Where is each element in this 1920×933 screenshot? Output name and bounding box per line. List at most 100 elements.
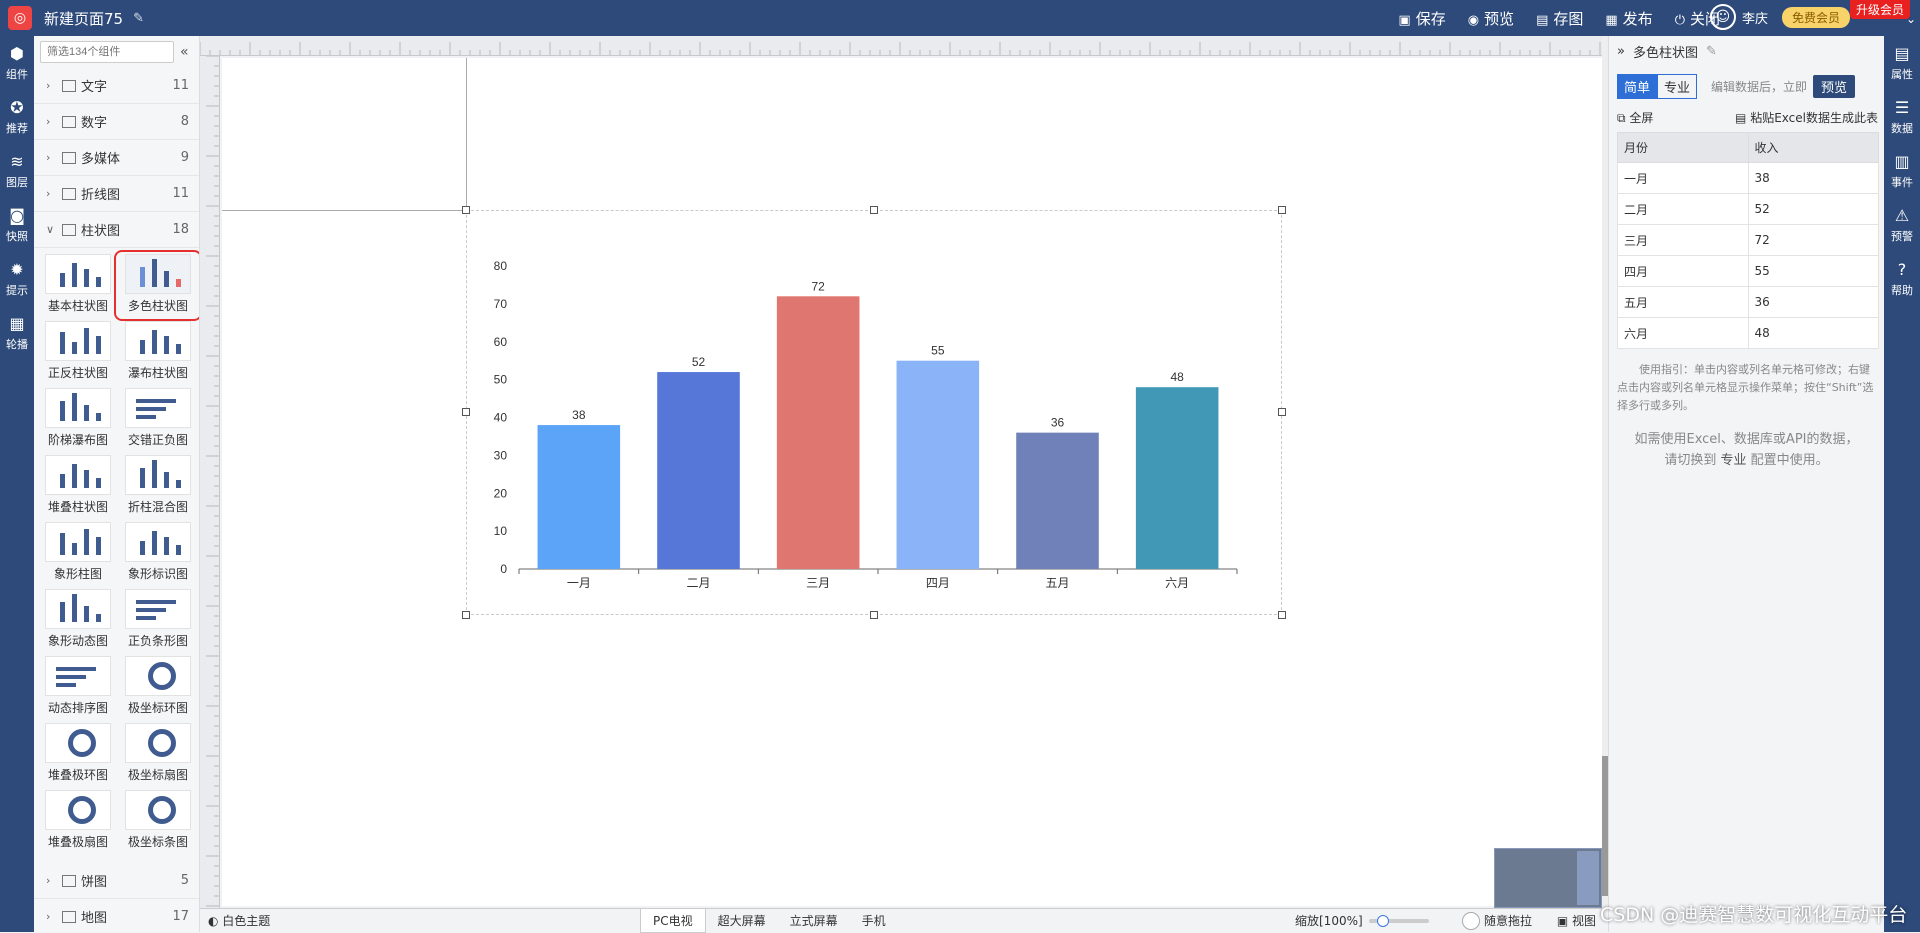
paste-excel-button[interactable]: ▤ 粘贴Excel数据生成此表 xyxy=(1735,109,1878,126)
toggle-switch[interactable] xyxy=(1462,911,1480,930)
component-item[interactable]: 堆叠极扇图 xyxy=(38,790,118,853)
table-cell[interactable]: 四月 xyxy=(1617,255,1749,287)
chevron-down-icon[interactable]: ⌄ xyxy=(1906,12,1916,26)
component-item[interactable]: 正反柱状图 xyxy=(38,321,118,384)
component-item[interactable]: 堆叠极环图 xyxy=(38,723,118,786)
component-item[interactable]: 堆叠柱状图 xyxy=(38,455,118,518)
expand-icon[interactable]: » xyxy=(1617,44,1625,59)
nav-item-3[interactable]: ◙ 快照 xyxy=(0,198,34,252)
category-item[interactable]: › 折线图 11 xyxy=(34,176,199,212)
table-header-month[interactable]: 月份 xyxy=(1617,132,1749,163)
nav-item-2[interactable]: ▥ 事件 xyxy=(1884,144,1920,198)
pro-hint-link[interactable]: 专业 xyxy=(1720,453,1746,468)
resize-handle-l[interactable] xyxy=(462,408,470,416)
component-label: 正负条形图 xyxy=(127,634,188,648)
minimap-viewport[interactable] xyxy=(1577,851,1599,905)
resize-handle-tl[interactable] xyxy=(462,206,470,214)
component-item[interactable]: 象形柱图 xyxy=(38,522,118,585)
resize-handle-b[interactable] xyxy=(870,611,878,619)
page-title[interactable]: 新建页面75 xyxy=(44,8,123,29)
nav-item-1[interactable]: ✪ 推荐 xyxy=(0,90,34,144)
user-menu[interactable]: ☺ 李庆 免费会员 xyxy=(1709,4,1850,30)
category-item[interactable]: › 多媒体 9 xyxy=(34,140,199,176)
nav-item-5[interactable]: ▦ 轮播 xyxy=(0,306,34,360)
user-name: 李庆 xyxy=(1741,11,1768,27)
component-item[interactable]: 正负条形图 xyxy=(118,589,198,652)
component-item[interactable]: 极坐标扇图 xyxy=(118,723,198,786)
table-cell[interactable]: 三月 xyxy=(1617,224,1749,256)
resize-handle-t[interactable] xyxy=(870,206,878,214)
category-item[interactable]: ∨ 柱状图 18 xyxy=(34,212,199,248)
save-button[interactable]: ▣ 保存 xyxy=(1398,8,1445,29)
component-item[interactable]: 多色柱状图 xyxy=(114,250,199,321)
nav-item-0[interactable]: ▤ 属性 xyxy=(1884,36,1920,90)
zoom-slider[interactable] xyxy=(1368,914,1429,927)
component-label: 正反柱状图 xyxy=(47,366,108,380)
screen-tab[interactable]: 超大屏幕 xyxy=(706,909,778,933)
fullscreen-button[interactable]: ⧉ 全屏 xyxy=(1617,109,1653,126)
collapse-panel-icon[interactable]: « xyxy=(180,44,189,60)
watermark: CSDN @迪赛智慧数可视化互动平台 xyxy=(1600,904,1908,926)
save-image-button[interactable]: ▤ 存图 xyxy=(1536,8,1583,29)
nav-item-3[interactable]: ⚠ 预警 xyxy=(1884,198,1920,252)
category-item[interactable]: › 文字 11 xyxy=(34,68,199,104)
usage-guide: 使用指引：单击内容或列名单元格可修改；右键点击内容或列名单元格显示操作菜单；按住… xyxy=(1617,363,1874,412)
component-search-input[interactable] xyxy=(40,41,174,63)
table-cell[interactable]: 52 xyxy=(1747,193,1879,225)
screen-tab[interactable]: 手机 xyxy=(850,909,898,933)
nav-item-2[interactable]: ≋ 图层 xyxy=(0,144,34,198)
upgrade-button[interactable]: 升级会员 xyxy=(1849,0,1910,19)
resize-handle-r[interactable] xyxy=(1278,408,1286,416)
table-cell[interactable]: 72 xyxy=(1747,224,1879,256)
minimap[interactable] xyxy=(1494,848,1602,908)
table-header-income[interactable]: 收入 xyxy=(1747,132,1879,163)
table-cell[interactable]: 六月 xyxy=(1617,317,1749,349)
component-item[interactable]: 折柱混合图 xyxy=(118,455,198,518)
chart-widget[interactable]: 0 10 20 30 40 50 60 70 80 38 一月 52 二月 72 三月 55 四月 36 五月 48 六… xyxy=(462,206,1286,619)
table-cell[interactable]: 36 xyxy=(1747,286,1879,318)
component-item[interactable]: 象形标识图 xyxy=(118,522,198,585)
panel-preview-button[interactable]: 预览 xyxy=(1813,75,1856,98)
table-tools: ⧉ 全屏 ▤ 粘贴Excel数据生成此表 xyxy=(1609,99,1884,126)
component-item[interactable]: 瀑布柱状图 xyxy=(118,321,198,384)
table-cell[interactable]: 48 xyxy=(1747,317,1879,349)
component-item[interactable]: 极坐标条图 xyxy=(118,790,198,853)
screen-tab[interactable]: 立式屏幕 xyxy=(778,909,850,933)
nav-item-1[interactable]: ☰ 数据 xyxy=(1884,90,1920,144)
simple-mode-button[interactable]: 简单 xyxy=(1617,74,1658,99)
data-table: 月份 收入 一月 38 二月 52 三月 72 四月 55 五月 36 六月 48 xyxy=(1617,132,1879,349)
preview-button[interactable]: ◉ 预览 xyxy=(1468,8,1514,29)
component-item[interactable]: 交错正负图 xyxy=(118,388,198,451)
pro-mode-button[interactable]: 专业 xyxy=(1657,74,1698,99)
theme-selector[interactable]: ◐ 白色主题 xyxy=(208,912,270,929)
component-item[interactable]: 极坐标环图 xyxy=(118,656,198,719)
table-cell[interactable]: 一月 xyxy=(1617,162,1749,194)
component-item[interactable]: 动态排序图 xyxy=(38,656,118,719)
edit-icon[interactable]: ✎ xyxy=(1706,44,1717,59)
component-item[interactable]: 基本柱状图 xyxy=(38,254,118,317)
table-cell[interactable]: 55 xyxy=(1747,255,1879,287)
nav-item-0[interactable]: ⬢ 组件 xyxy=(0,36,34,90)
free-drag-toggle[interactable]: 随意拖拉 xyxy=(1462,911,1532,930)
view-button[interactable]: ▣ 视图 xyxy=(1557,912,1596,929)
resize-handle-tr[interactable] xyxy=(1278,206,1286,214)
table-cell[interactable]: 38 xyxy=(1747,162,1879,194)
zoom-slider-knob[interactable] xyxy=(1376,914,1389,927)
component-label: 交错正负图 xyxy=(127,433,188,447)
component-item[interactable]: 象形动态图 xyxy=(38,589,118,652)
component-item[interactable]: 阶梯瀑布图 xyxy=(38,388,118,451)
category-item[interactable]: › 地图 17 xyxy=(34,899,199,932)
resize-handle-bl[interactable] xyxy=(462,611,470,619)
table-cell[interactable]: 五月 xyxy=(1617,286,1749,318)
app-logo-icon[interactable]: ◎ xyxy=(8,6,32,30)
nav-item-4[interactable]: ? 帮助 xyxy=(1884,252,1920,306)
resize-handle-br[interactable] xyxy=(1278,611,1286,619)
nav-item-4[interactable]: ✹ 提示 xyxy=(0,252,34,306)
vip-badge[interactable]: 免费会员 xyxy=(1781,6,1850,28)
edit-title-icon[interactable]: ✎ xyxy=(133,11,144,26)
category-item[interactable]: › 数字 8 xyxy=(34,104,199,140)
category-item[interactable]: › 饼图 5 xyxy=(34,863,199,899)
screen-tab[interactable]: PC电视 xyxy=(640,908,706,933)
table-cell[interactable]: 二月 xyxy=(1617,193,1749,225)
publish-button[interactable]: ▦ 发布 xyxy=(1605,8,1652,29)
